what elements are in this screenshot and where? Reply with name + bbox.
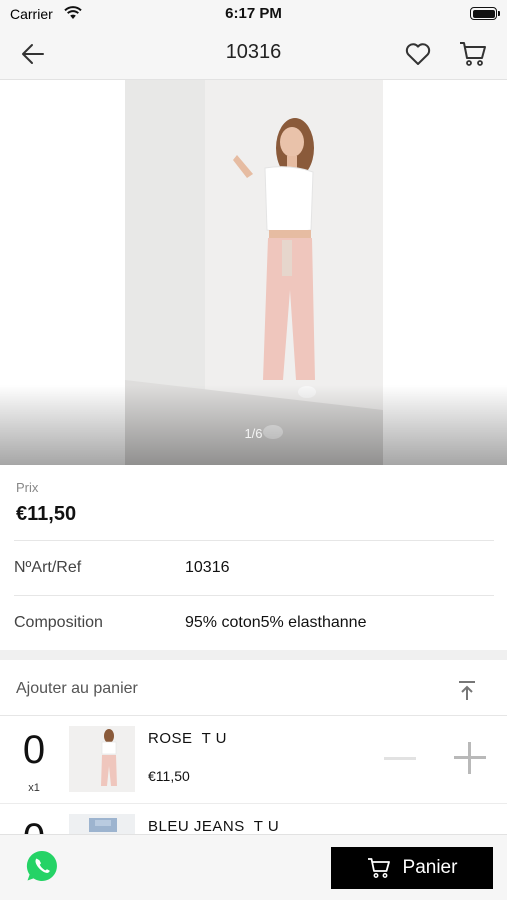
- section-separator: [0, 650, 507, 660]
- gallery-shade: [0, 385, 507, 465]
- quantity-value: 0: [22, 728, 46, 772]
- variant-price: €11,50: [148, 768, 190, 784]
- cart-icon: [367, 858, 390, 878]
- quantity-multiplier: x1: [28, 782, 40, 794]
- product-page: Carrier 6:17 PM 10316 1/6 Prix €11,50 Nº…: [0, 0, 507, 900]
- heart-icon[interactable]: [402, 38, 434, 70]
- cart-icon[interactable]: [457, 38, 489, 70]
- variant-thumbnail: [69, 726, 135, 792]
- variant-name: ROSE T U: [148, 730, 227, 747]
- increase-quantity-button[interactable]: [452, 740, 488, 776]
- gallery-page-counter: 1/6: [244, 426, 263, 441]
- reference-value: 10316: [185, 559, 230, 576]
- price-value: €11,50: [16, 503, 77, 525]
- bottom-bar: Panier: [0, 834, 507, 900]
- price-label: Prix: [16, 480, 39, 495]
- product-image-gallery[interactable]: 1/6: [0, 80, 507, 465]
- collapse-up-icon[interactable]: [455, 678, 479, 702]
- panier-label: Panier: [402, 857, 458, 878]
- add-to-cart-label: Ajouter au panier: [16, 680, 138, 697]
- reference-label: NºArt/Ref: [14, 559, 82, 576]
- whatsapp-icon[interactable]: [25, 849, 59, 883]
- variant-name: BLEU JEANS T U: [148, 818, 280, 835]
- status-bar: Carrier 6:17 PM: [0, 0, 507, 28]
- decrease-quantity-button[interactable]: [382, 744, 418, 772]
- composition-value: 95% coton5% elasthanne: [185, 614, 367, 631]
- navigation-bar: 10316: [0, 28, 507, 80]
- composition-label: Composition: [14, 614, 103, 631]
- panier-button[interactable]: Panier: [331, 847, 493, 889]
- battery-icon: [470, 7, 500, 20]
- variant-row-rose: 0 x1 ROSE T U €11,50: [0, 716, 507, 804]
- divider: [14, 540, 494, 541]
- add-to-cart-header: Ajouter au panier: [0, 660, 507, 716]
- status-time: 6:17 PM: [225, 5, 282, 22]
- divider: [14, 595, 494, 596]
